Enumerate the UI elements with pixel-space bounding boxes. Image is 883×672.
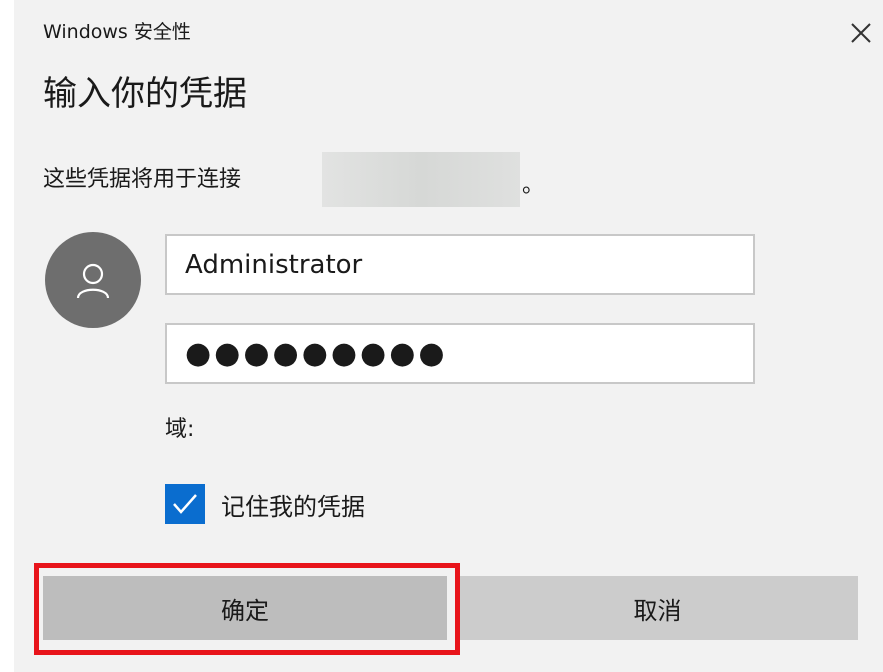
checkmark-icon [173, 494, 197, 514]
avatar [45, 232, 141, 328]
credentials-dialog: Windows 安全性 输入你的凭据 这些凭据将用于连接 。 Administr… [0, 0, 883, 672]
cancel-button[interactable]: 取消 [457, 576, 858, 640]
username-input[interactable]: Administrator [165, 234, 755, 295]
description-period: 。 [522, 173, 545, 198]
remember-credentials-checkbox[interactable]: 记住我的凭据 [165, 484, 365, 524]
remember-label: 记住我的凭据 [221, 492, 365, 521]
checkbox-box[interactable] [165, 484, 205, 524]
ok-button[interactable]: 确定 [43, 576, 447, 640]
redacted-target-name [322, 152, 520, 207]
user-icon [76, 263, 110, 299]
close-button[interactable] [842, 14, 880, 52]
dialog-heading: 输入你的凭据 [43, 74, 247, 114]
connection-description: 这些凭据将用于连接 [43, 167, 242, 192]
left-margin [0, 0, 14, 672]
password-input[interactable]: ●●●●●●●●● [165, 323, 755, 384]
domain-label: 域: [165, 417, 195, 442]
window-title: Windows 安全性 [43, 21, 191, 43]
close-icon [851, 23, 871, 43]
